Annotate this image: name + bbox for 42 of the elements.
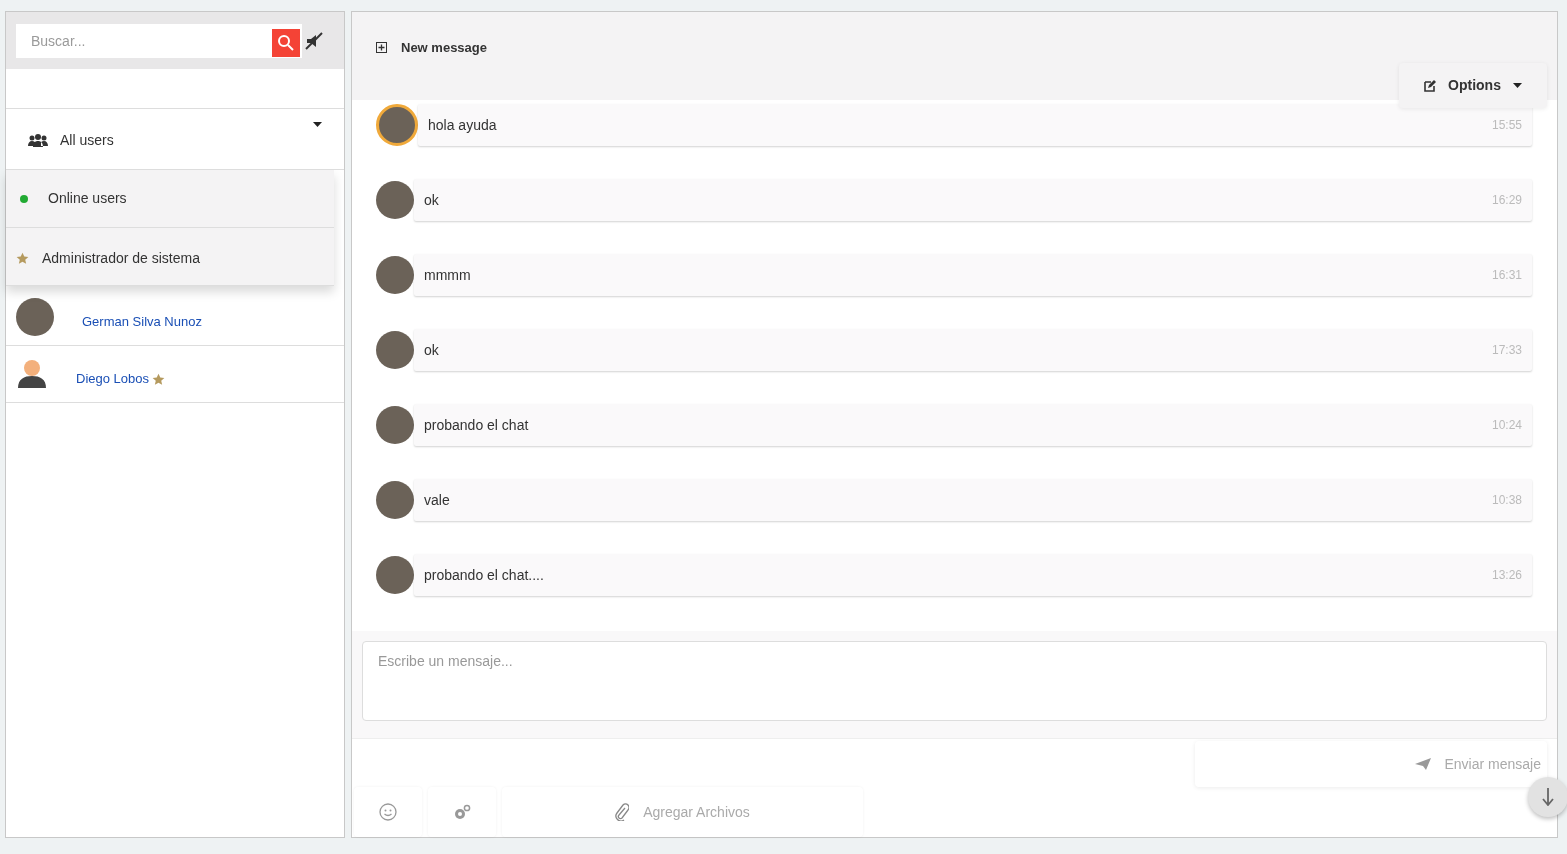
message-text: mmmm (424, 265, 471, 285)
down-arrow-icon (1542, 788, 1554, 806)
avatar-photo (16, 298, 54, 336)
filter-option[interactable]: Administrador de sistema (6, 228, 334, 286)
user-row[interactable]: Diego Lobos (6, 346, 344, 403)
edit-icon (1424, 79, 1437, 92)
plus-square-icon (376, 42, 387, 54)
paperclip-icon (615, 803, 630, 821)
settings-button[interactable] (428, 787, 496, 837)
message-time: 10:38 (1491, 492, 1522, 510)
search-button[interactable] (272, 28, 300, 57)
message-text: ok (424, 340, 439, 360)
message-text: probando el chat.... (424, 565, 544, 585)
settings-icon (453, 804, 471, 820)
message-field[interactable]: Escribe un mensaje... (362, 641, 1547, 721)
paper-plane-icon (1414, 758, 1431, 770)
new-message-button[interactable]: New message (376, 38, 487, 58)
scroll-down-button[interactable] (1528, 777, 1567, 817)
message-time: 15:55 (1491, 117, 1522, 135)
caret-icon (1512, 83, 1522, 88)
user-name[interactable]: Diego Lobos (76, 369, 149, 389)
message-time: 16:29 (1491, 192, 1522, 210)
options-button[interactable]: Options (1399, 63, 1547, 108)
user-name[interactable]: German Silva Nunoz (82, 312, 202, 332)
filter-option[interactable]: Online users (6, 170, 334, 228)
star-icon (16, 252, 29, 265)
person-silhouette-icon (16, 358, 48, 390)
message-time: 10:24 (1491, 417, 1522, 435)
smiley-icon (379, 803, 397, 821)
message-time: 17:33 (1491, 342, 1522, 360)
message-text: probando el chat (424, 415, 529, 435)
search-icon (277, 33, 295, 52)
mute-icon[interactable] (304, 30, 324, 51)
user-row[interactable]: German Silva Nunoz (6, 289, 344, 346)
message-text: ok (424, 190, 439, 210)
message-text: vale (424, 490, 450, 510)
search-field[interactable]: Buscar... (16, 23, 302, 58)
users-icon (28, 133, 48, 147)
message-text: hola ayuda (428, 115, 497, 135)
message-time: 16:31 (1491, 267, 1522, 285)
message-time: 13:26 (1491, 567, 1522, 585)
caret-icon (313, 122, 322, 127)
